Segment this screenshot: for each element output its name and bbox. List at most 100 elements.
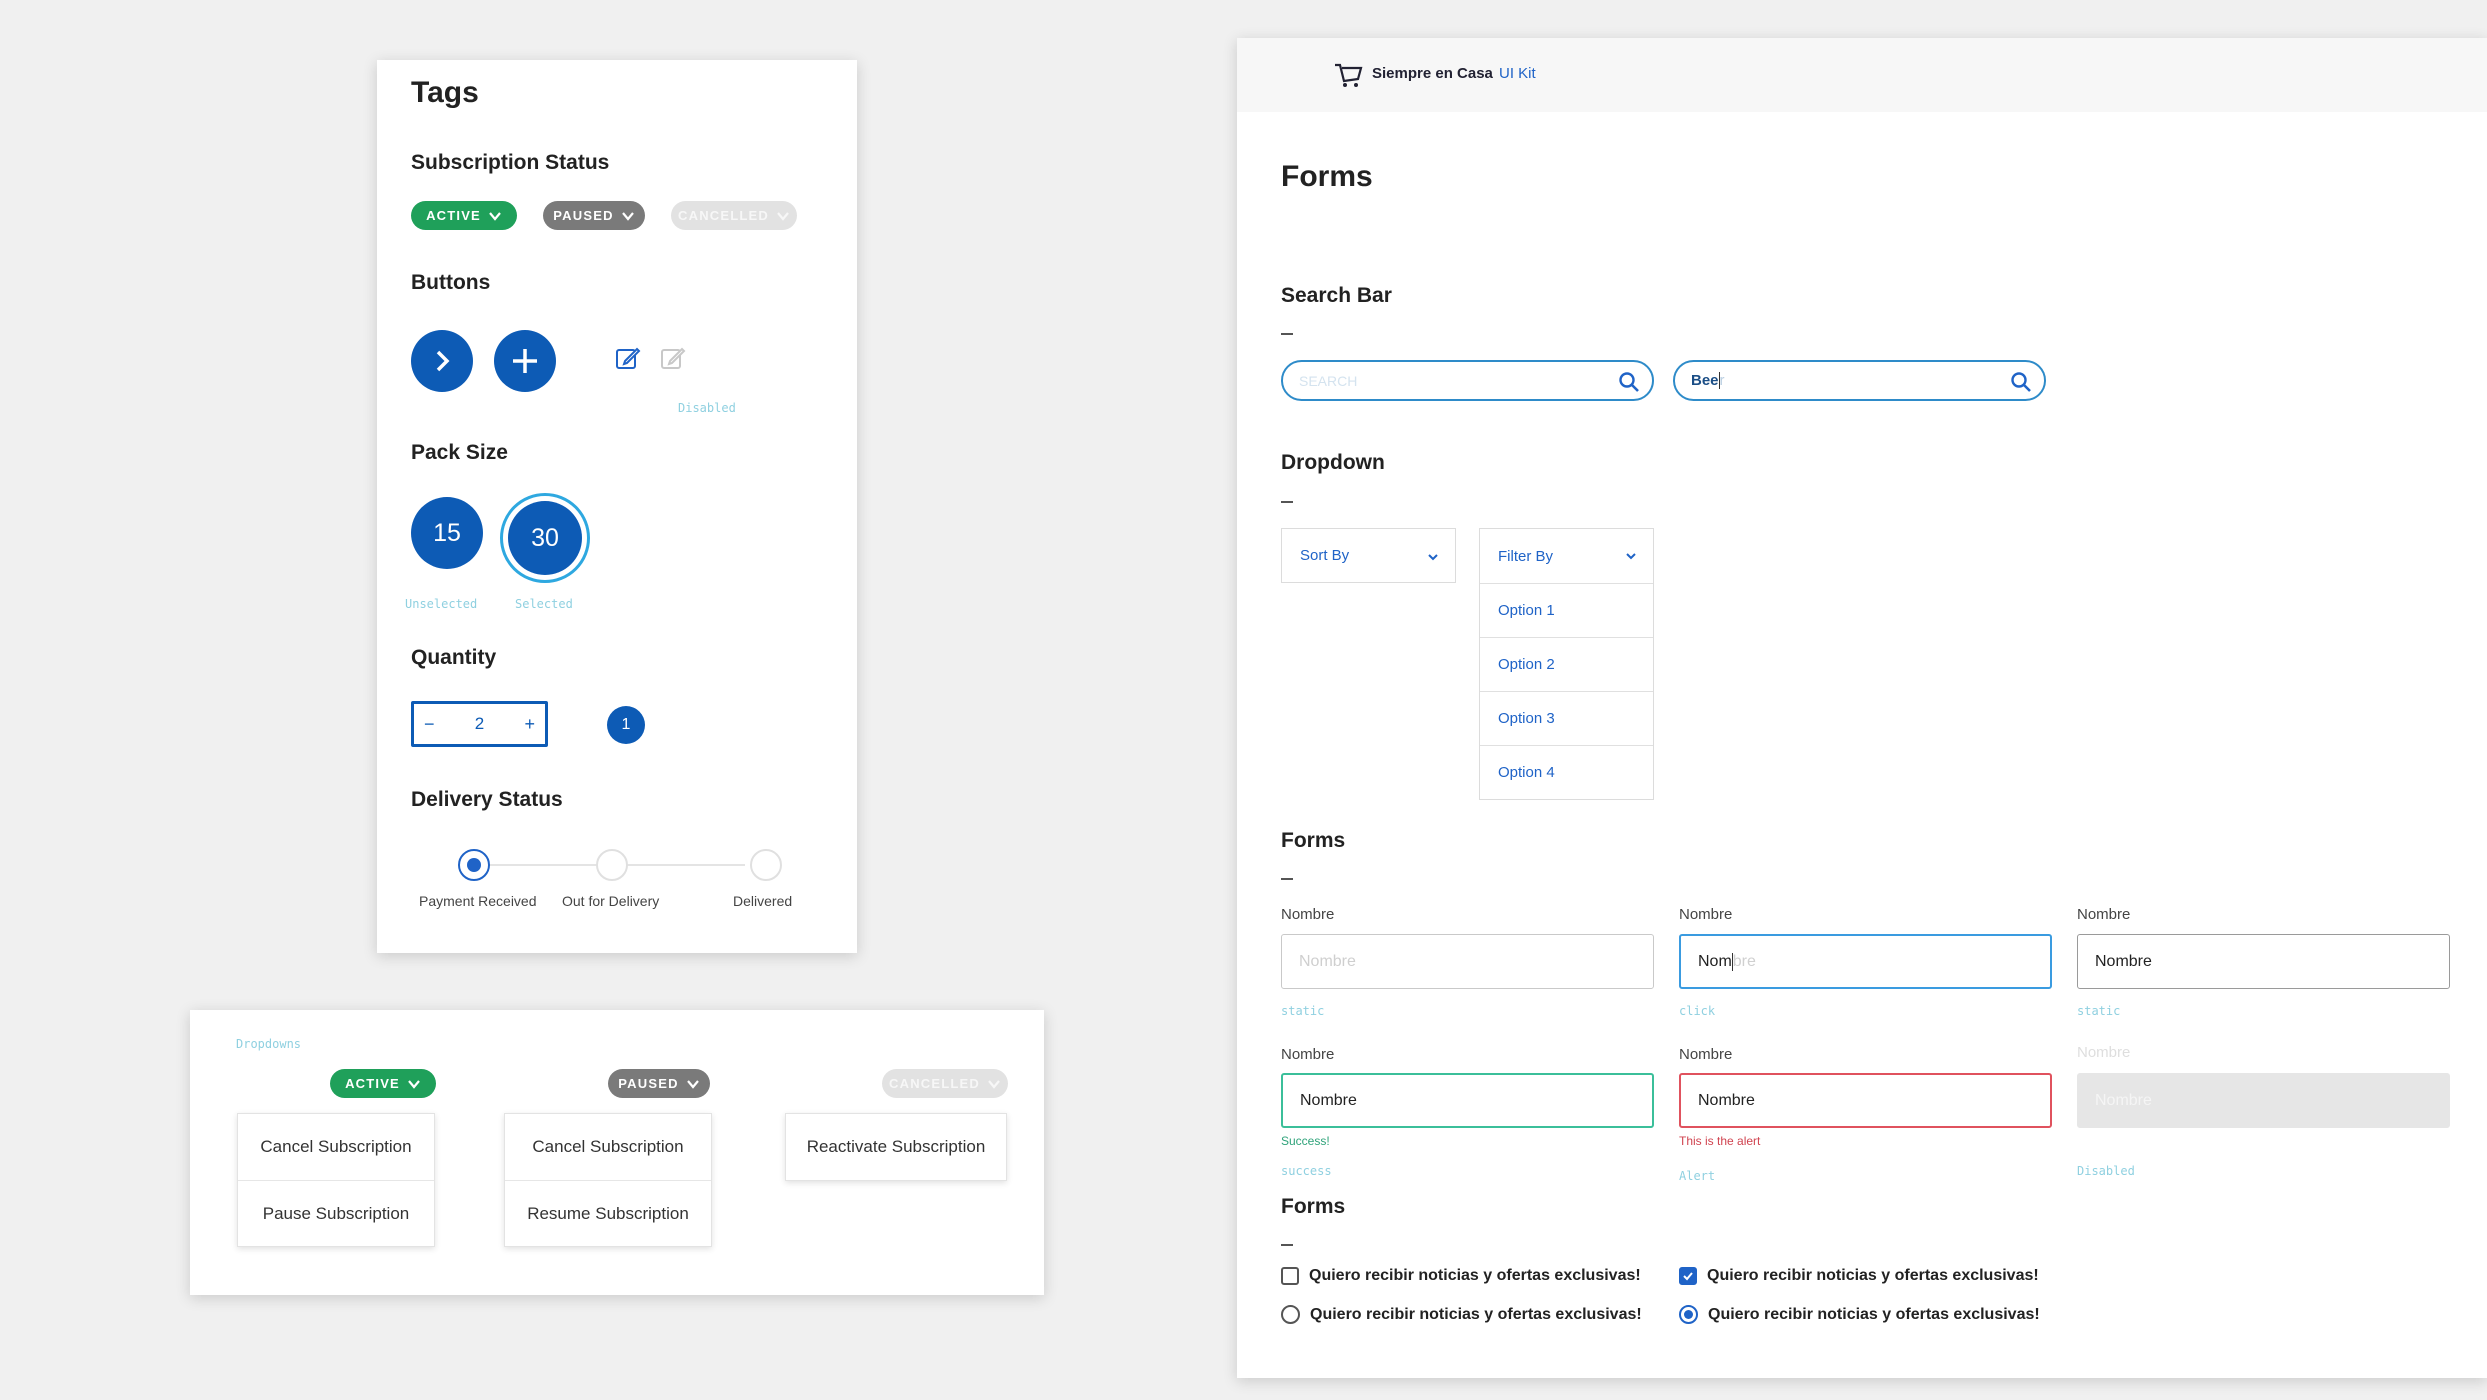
chevron-down-icon	[1626, 553, 1636, 560]
checkbox-box-checked[interactable]	[1679, 1267, 1697, 1285]
field-label-static: Nombre	[1281, 906, 1335, 923]
search-input-typing[interactable]: Bee r	[1673, 360, 2046, 401]
pack-size-heading: Pack Size	[411, 441, 508, 464]
delivery-step-1-dot	[458, 849, 490, 881]
name-field-success-value: Nombre	[1300, 1091, 1357, 1109]
quantity-heading: Quantity	[411, 646, 497, 669]
next-button[interactable]	[411, 330, 473, 392]
paused-menu: Cancel Subscription Resume Subscription	[504, 1113, 712, 1247]
static-note-2: static	[2077, 1004, 2121, 1018]
sort-by-dropdown[interactable]: Sort By	[1281, 528, 1456, 583]
filter-by-dropdown[interactable]: Filter By	[1480, 529, 1653, 583]
dropdown-cancelled-tag[interactable]: CANCELLED	[882, 1069, 1008, 1098]
dropdowns-card: Dropdowns ACTIVE Cancel Subscription Pau…	[190, 1010, 1044, 1295]
search-input-empty[interactable]: SEARCH	[1281, 360, 1654, 401]
quantity-decrement-button[interactable]: −	[424, 714, 435, 735]
search-heading: Search Bar	[1281, 284, 1392, 307]
name-field-success[interactable]: Nombre	[1281, 1073, 1654, 1128]
ui-kit-panel: Siempre en Casa UI Kit Forms Search Bar …	[1237, 38, 2487, 1378]
plus-icon	[513, 349, 537, 373]
radio-unselected[interactable]: Quiero recibir noticias y ofertas exclus…	[1281, 1305, 1642, 1324]
radio-selected[interactable]: Quiero recibir noticias y ofertas exclus…	[1679, 1305, 2040, 1324]
search-icon[interactable]	[2010, 371, 2032, 393]
quantity-increment-button[interactable]: +	[524, 714, 535, 735]
search-icon[interactable]	[1618, 371, 1640, 393]
dropdown-active-tag[interactable]: ACTIVE	[330, 1069, 436, 1098]
brand-suffix: UI Kit	[1499, 65, 1536, 82]
disabled-note: Disabled	[2077, 1164, 2135, 1178]
kit-header: Siempre en Casa UI Kit	[1237, 38, 2487, 112]
cancelled-menu: Reactivate Subscription	[785, 1113, 1007, 1181]
checkbox-box[interactable]	[1281, 1267, 1299, 1285]
dropdown-cancelled-label: CANCELLED	[889, 1076, 980, 1091]
unselected-note: Unselected	[405, 597, 478, 611]
delivery-step-1-dot-fill	[467, 858, 481, 872]
filter-option-3[interactable]: Option 3	[1480, 691, 1653, 745]
filter-option-2[interactable]: Option 2	[1480, 637, 1653, 691]
name-field-alert[interactable]: Nombre	[1679, 1073, 2052, 1128]
dropdown-paused-label: PAUSED	[618, 1076, 679, 1091]
pack-size-15-label: 15	[433, 518, 461, 547]
search-typed-text: Bee	[1691, 372, 1719, 389]
name-field-disabled: Nombre	[2077, 1073, 2450, 1128]
pause-subscription-option[interactable]: Pause Subscription	[238, 1180, 434, 1246]
quantity-stepper: − 2 +	[411, 701, 548, 747]
field-label-click: Nombre	[1679, 906, 1733, 923]
quantity-badge-label: 1	[621, 716, 631, 733]
selected-note: Selected	[515, 597, 573, 611]
edit-disabled-icon	[661, 347, 686, 369]
dropdown-paused-tag[interactable]: PAUSED	[608, 1069, 710, 1098]
search-dash	[1281, 333, 1293, 335]
name-field-filled[interactable]: Nombre	[2077, 934, 2450, 989]
kit-title: Forms	[1281, 160, 1373, 193]
name-field-static[interactable]: Nombre	[1281, 934, 1654, 989]
cancel-subscription-option[interactable]: Cancel Subscription	[238, 1114, 434, 1180]
pack-size-30[interactable]: 30	[500, 493, 590, 583]
edit-icon[interactable]	[615, 345, 641, 371]
filter-by-dropdown-open: Filter By Option 1 Option 2 Option 3 Opt…	[1479, 528, 1654, 800]
status-active-tag[interactable]: ACTIVE	[411, 201, 517, 230]
delivery-status-heading: Delivery Status	[411, 788, 563, 811]
pack-size-30-label: 30	[531, 523, 559, 552]
status-cancelled-label: CANCELLED	[678, 208, 769, 223]
field-label-success: Nombre	[1281, 1046, 1335, 1063]
filter-option-4[interactable]: Option 4	[1480, 745, 1653, 799]
status-cancelled-tag[interactable]: CANCELLED	[671, 201, 797, 230]
quantity-badge: 1	[607, 706, 645, 744]
chevron-down-icon	[408, 1079, 420, 1089]
radio-circle[interactable]	[1281, 1305, 1300, 1324]
reactivate-subscription-option[interactable]: Reactivate Subscription	[786, 1114, 1006, 1180]
tags-card: Tags Subscription Status ACTIVE PAUSED C…	[377, 60, 857, 953]
dropdown-active-label: ACTIVE	[345, 1076, 400, 1091]
forms-dash	[1281, 878, 1293, 880]
field-label-disabled: Nombre	[2077, 1044, 2131, 1061]
pack-size-15[interactable]: 15	[411, 497, 483, 569]
name-field-disabled-placeholder: Nombre	[2095, 1091, 2152, 1109]
chevron-down-icon	[489, 211, 501, 221]
alert-message: This is the alert	[1679, 1134, 1761, 1148]
radio-circle-selected[interactable]	[1679, 1305, 1698, 1324]
name-field-static-placeholder: Nombre	[1299, 952, 1356, 970]
resume-subscription-option[interactable]: Resume Subscription	[505, 1180, 711, 1246]
brand-name: Siempre en Casa	[1372, 65, 1493, 82]
chevron-down-icon	[1428, 554, 1438, 561]
checkbox-unchecked[interactable]: Quiero recibir noticias y ofertas exclus…	[1281, 1267, 1641, 1285]
checkbox-label: Quiero recibir noticias y ofertas exclus…	[1707, 1267, 2039, 1284]
name-field-focused[interactable]: Nom bre	[1679, 934, 2052, 989]
sort-by-label: Sort By	[1300, 547, 1350, 564]
filter-option-1[interactable]: Option 1	[1480, 583, 1653, 637]
field-label-filled: Nombre	[2077, 906, 2131, 923]
name-field-filled-value: Nombre	[2095, 952, 2152, 970]
chevron-down-icon	[777, 211, 789, 221]
status-paused-tag[interactable]: PAUSED	[543, 201, 645, 230]
tags-title: Tags	[411, 76, 479, 109]
name-field-alert-value: Nombre	[1698, 1091, 1755, 1109]
success-message: Success!	[1281, 1134, 1330, 1148]
cancel-subscription-option[interactable]: Cancel Subscription	[505, 1114, 711, 1180]
checkbox-checked[interactable]: Quiero recibir noticias y ofertas exclus…	[1679, 1267, 2039, 1285]
add-button[interactable]	[494, 330, 556, 392]
dropdown-heading: Dropdown	[1281, 451, 1385, 474]
cart-logo-icon	[1335, 63, 1363, 87]
quantity-value: 2	[474, 714, 485, 733]
click-note: click	[1679, 1004, 1716, 1018]
